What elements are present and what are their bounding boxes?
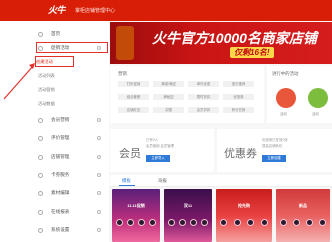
function-chip[interactable]: 组合套餐 (118, 94, 149, 100)
template-card[interactable]: 抢先购 (216, 189, 272, 242)
function-chip[interactable]: 会员折扣 (188, 107, 219, 113)
template-caption: 新品 (299, 203, 307, 208)
banner-title: 火牛官方10000名商家店铺 (152, 30, 317, 46)
banner-subtitle: 仅剩16名! (230, 47, 274, 58)
template-caption: 11.11促销 (127, 203, 145, 208)
template-card[interactable]: 新品 (276, 189, 330, 242)
card-header: 营销 (118, 71, 127, 76)
logo[interactable]: 火牛 (48, 3, 66, 16)
function-chip[interactable]: 积分兑换 (223, 107, 254, 113)
active-tab-indicator (119, 185, 135, 186)
member-title: 会员 (119, 148, 141, 160)
member-desc: 会员营销 会员管理 (146, 144, 175, 148)
sidebar-item-label: 系统设置 (51, 227, 70, 232)
import-member-button[interactable]: 立即导入 (146, 155, 170, 162)
function-chip[interactable]: 买赠 (153, 107, 184, 113)
campaign-icon[interactable] (276, 88, 296, 108)
sidebar-subitem-marketing[interactable]: 活动营销 (38, 87, 55, 93)
promo-banner[interactable]: 火牛官方10000名商家店铺 仅剩16名! (110, 22, 332, 64)
card-header: 进行中的活动 (272, 71, 299, 76)
coupon-desc: 优惠券已发放0张 (262, 138, 288, 142)
expand-icon[interactable] (97, 210, 101, 214)
template-tabs (110, 175, 332, 187)
collapse-icon[interactable] (97, 46, 101, 50)
member-desc: 已有0人 (146, 138, 159, 142)
coupon-title: 优惠券 (224, 148, 257, 160)
sidebar-item-card[interactable]: 卡券服务 (27, 170, 109, 180)
function-chip[interactable]: 店铺红包 (118, 107, 149, 113)
campaign-label: 活动 (280, 112, 287, 116)
function-chip[interactable]: 优惠券 (223, 94, 254, 100)
banner-decoration (116, 26, 134, 60)
gear-icon (38, 227, 43, 233)
sidebar-item-settings[interactable]: 系统设置 (27, 225, 109, 235)
image-icon (38, 190, 43, 196)
expand-icon[interactable] (97, 228, 101, 232)
sidebar-item-material[interactable]: 素材编辑 (27, 188, 109, 198)
function-chip[interactable]: 打折促销 (118, 81, 149, 87)
expand-icon[interactable] (97, 155, 101, 159)
tab-posters[interactable]: 海报 (158, 178, 167, 184)
sidebar-item-label: 店铺管理 (51, 154, 70, 159)
system-title: 掌柜店铺管理中心 (75, 8, 116, 14)
coupon-desc: 提高店铺转化 (262, 144, 283, 148)
sidebar-item-home[interactable]: 首页 (27, 29, 109, 39)
top-header: 火牛 掌柜店铺管理中心 (0, 0, 332, 21)
campaign-label: 活动 (312, 112, 319, 116)
function-chip[interactable]: 单件优惠 (188, 81, 219, 87)
function-chip[interactable]: 满减/满送 (153, 81, 184, 87)
template-avatars (168, 219, 208, 227)
campaign-icon[interactable] (308, 88, 328, 108)
template-avatars (220, 219, 268, 227)
sidebar-item-label: 素材编辑 (51, 190, 70, 195)
home-icon (38, 31, 43, 37)
sidebar-item-label: 促销活动 (51, 45, 70, 50)
chart-icon (38, 209, 43, 215)
sidebar-item-label: 在线报表 (51, 209, 70, 214)
template-card[interactable]: 11.11促销 (112, 189, 160, 242)
sidebar-item-label: 首页 (51, 31, 61, 36)
sidebar-item-label: 卡券服务 (51, 172, 70, 177)
template-avatars (116, 219, 156, 227)
sidebar-subitem-list[interactable]: 活动列表 (38, 73, 55, 79)
function-chip[interactable]: 满就送 (153, 94, 184, 100)
expand-icon[interactable] (97, 136, 101, 140)
template-card[interactable]: 双11 (164, 189, 212, 242)
expand-icon[interactable] (97, 191, 101, 195)
sidebar-subitem-create[interactable]: 创建活动 (36, 59, 53, 65)
sidebar-item-label: 评价管理 (51, 135, 70, 140)
sidebar-item-member[interactable]: 会员营销 (27, 115, 109, 125)
sidebar-item-label: 会员营销 (51, 117, 70, 122)
template-avatars (280, 219, 326, 227)
function-chip[interactable]: 宝贝推荐 (223, 81, 254, 87)
sidebar-item-review[interactable]: 评价管理 (27, 133, 109, 143)
card-icon (38, 172, 43, 178)
sidebar-subitem-data[interactable]: 活动数据 (38, 101, 55, 107)
function-chip[interactable]: 限时折扣 (188, 94, 219, 100)
user-icon (38, 117, 43, 123)
tag-icon (38, 45, 43, 51)
template-caption: 抢先购 (238, 203, 250, 208)
comment-icon (38, 135, 43, 141)
sidebar-item-promotion[interactable]: 促销活动 (27, 43, 109, 53)
expand-icon[interactable] (97, 173, 101, 177)
sidebar-item-report[interactable]: 在线报表 (27, 207, 109, 217)
template-caption: 双11 (183, 203, 193, 208)
create-coupon-button[interactable]: 立即创建 (262, 155, 286, 162)
expand-icon[interactable] (97, 118, 101, 122)
tab-templates[interactable]: 模板 (122, 178, 131, 184)
sidebar-item-shop[interactable]: 店铺管理 (27, 152, 109, 162)
shop-icon (38, 154, 43, 160)
